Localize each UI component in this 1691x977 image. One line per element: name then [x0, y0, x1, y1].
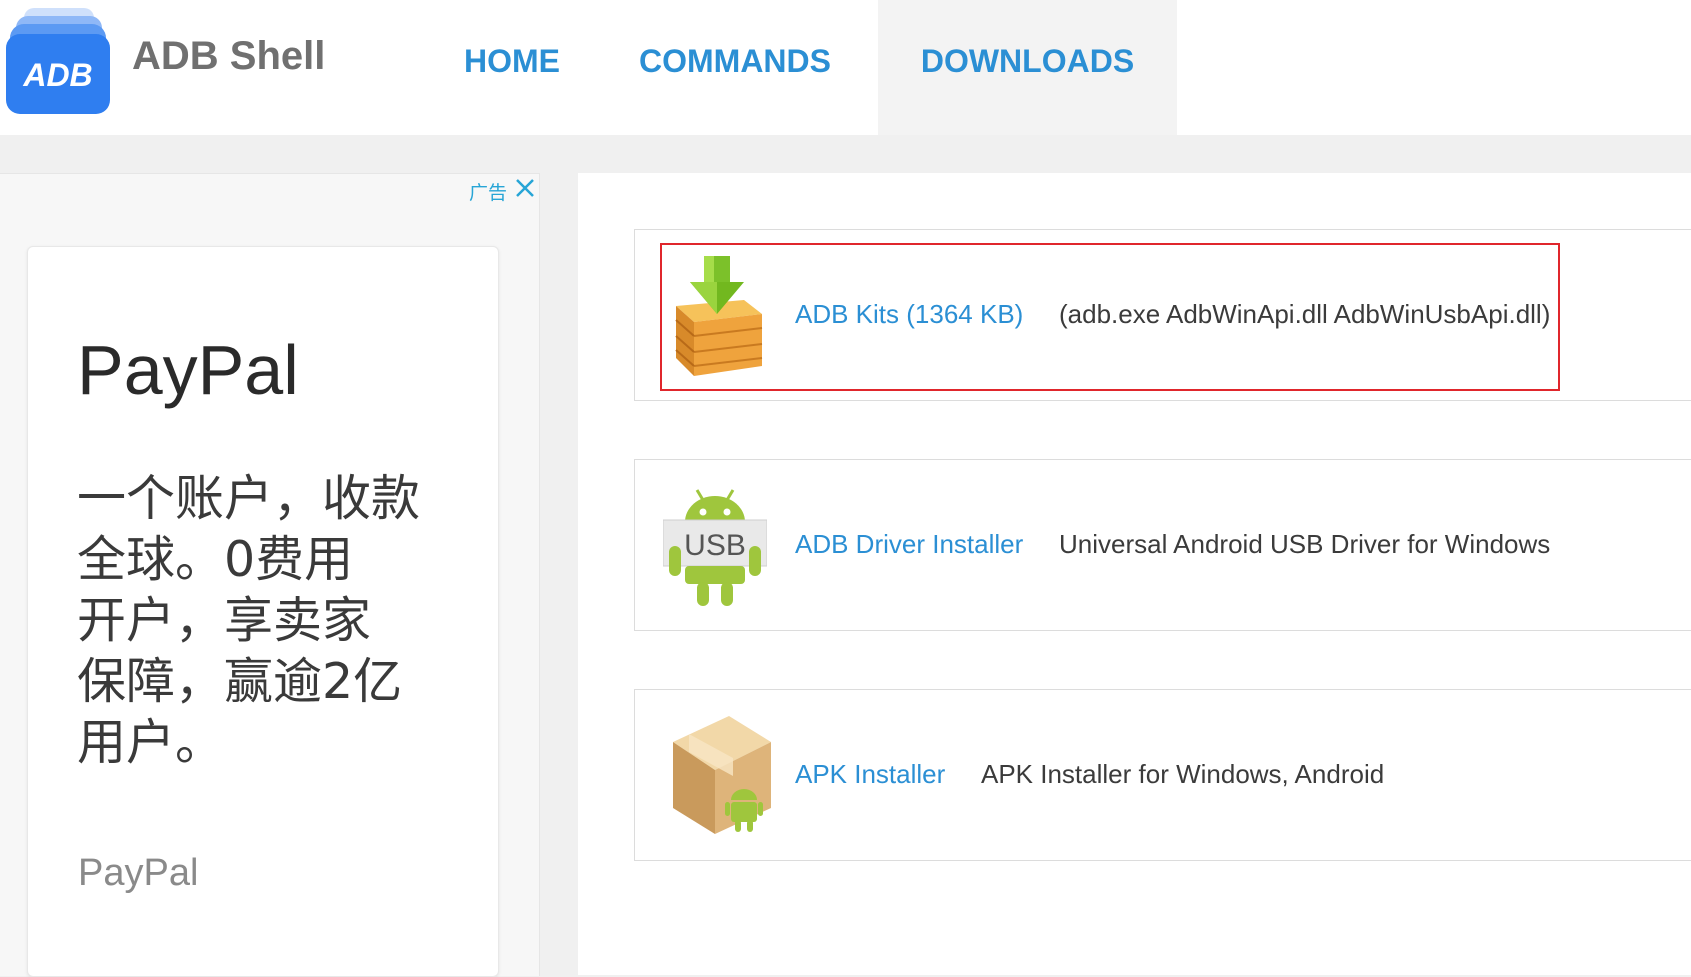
site-header: ADB ADB Shell HOME COMMANDS DOWNLOADS [0, 0, 1691, 135]
download-link-apk-installer[interactable]: APK Installer [795, 759, 945, 790]
download-link-adb-kits[interactable]: ADB Kits (1364 KB) [795, 299, 1023, 330]
download-link-adb-driver[interactable]: ADB Driver Installer [795, 529, 1023, 560]
adb-logo-icon[interactable]: ADB [6, 8, 110, 114]
ad-label[interactable]: 广告 [469, 178, 507, 205]
svg-text:ADB: ADB [22, 57, 92, 93]
download-description: APK Installer for Windows, Android [981, 759, 1385, 789]
nav-home[interactable]: HOME [464, 0, 560, 135]
ad-sponsor[interactable]: PayPal [78, 852, 198, 895]
svg-text:USB: USB [684, 529, 746, 562]
ad-body-text[interactable]: 一个账户，收款 全球。0费用 开户，享卖家 保障，赢逾2亿 用户。 [77, 468, 437, 773]
ad-body-line: 保障，赢逾2亿 [77, 653, 403, 710]
nav-downloads[interactable]: DOWNLOADS [878, 0, 1177, 135]
ad-body-line: 开户，享卖家 [77, 592, 372, 649]
nav-commands[interactable]: COMMANDS [639, 0, 831, 135]
ad-body-line: 用户。 [77, 714, 225, 771]
apk-box-icon [673, 716, 771, 834]
download-description: Universal Android USB Driver for Windows [1059, 529, 1551, 559]
android-usb-icon: USB [663, 489, 767, 606]
close-icon[interactable] [514, 177, 536, 199]
ad-brand-title[interactable]: PayPal [77, 330, 299, 410]
ad-body-line: 一个账户，收款 [77, 470, 421, 527]
download-description: (adb.exe AdbWinApi.dll AdbWinUsbApi.dll) [1059, 299, 1551, 329]
ad-body-line: 全球。0费用 [77, 531, 354, 588]
site-name[interactable]: ADB Shell [132, 34, 325, 79]
box-download-icon [675, 256, 763, 376]
